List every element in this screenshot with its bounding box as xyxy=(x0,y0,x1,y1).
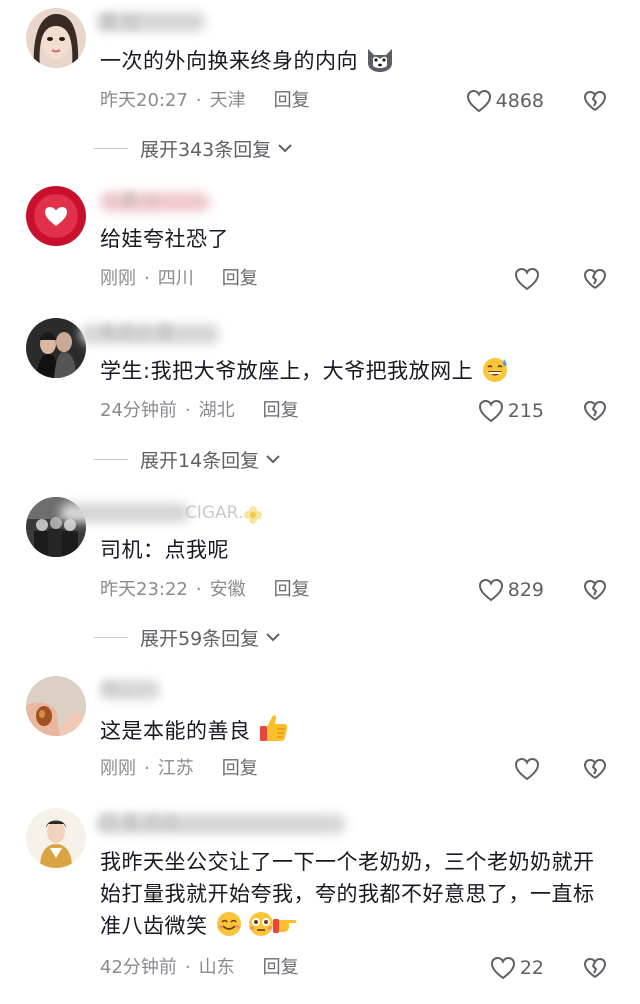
expand-replies-button[interactable]: 展开14条回复 xyxy=(94,444,281,474)
comment-text-body: 给娃夸社恐了 xyxy=(100,227,229,251)
reply-button[interactable]: 回复 xyxy=(222,758,258,779)
comment-location: 山东 xyxy=(198,957,235,978)
username[interactable]: 麓 拉 xyxy=(100,10,139,36)
like-button[interactable]: 4868 xyxy=(466,86,544,116)
chevron-down-icon xyxy=(266,633,280,642)
smile-flushed-point-emoji xyxy=(215,910,307,947)
reply-button[interactable]: 回复 xyxy=(263,400,299,421)
like-button[interactable] xyxy=(514,264,544,294)
flower-emoji xyxy=(243,505,263,529)
avatar[interactable] xyxy=(26,808,86,868)
comment-meta: 昨天20:27 · 天津 回复 xyxy=(100,90,310,111)
broken-heart-icon[interactable] xyxy=(583,956,607,980)
heart-icon xyxy=(490,956,515,980)
like-count: 829 xyxy=(507,579,544,601)
comment-time: 昨天20:27 xyxy=(100,90,188,111)
husky-emoji xyxy=(365,45,395,82)
like-count: 215 xyxy=(507,400,544,422)
comment-text: 这是本能的善良 xyxy=(100,713,620,752)
divider-line xyxy=(94,458,128,460)
sweat-grin-emoji xyxy=(480,355,510,392)
expand-replies-label: 展开59条回复 xyxy=(140,627,260,650)
comment-location: 四川 xyxy=(157,268,194,289)
expand-replies-button[interactable]: 展开59条回复 xyxy=(94,622,281,652)
like-button[interactable]: 215 xyxy=(478,396,544,426)
broken-heart-icon[interactable] xyxy=(583,757,607,781)
expand-replies-label: 展开14条回复 xyxy=(140,449,260,472)
avatar[interactable] xyxy=(26,318,86,378)
username[interactable]: 田 看 的见 xyxy=(100,810,179,836)
comment-text: 学生:我把大爷放座上，大爷把我放网上 xyxy=(100,355,620,392)
like-button[interactable] xyxy=(514,754,544,784)
reply-button[interactable]: 回复 xyxy=(222,268,258,289)
comment-time: 刚刚 xyxy=(100,268,136,289)
broken-heart-icon[interactable] xyxy=(583,578,607,602)
avatar[interactable] xyxy=(26,186,86,246)
username-blur xyxy=(60,503,190,523)
comment-meta: 昨天23:22 · 安徽 回复 xyxy=(100,579,310,600)
heart-icon xyxy=(478,399,503,423)
thumbs-up-emoji xyxy=(258,713,290,752)
heart-icon xyxy=(514,757,540,781)
comment-location: 江苏 xyxy=(157,758,194,779)
username[interactable]: 有点小 喜 xyxy=(100,320,173,346)
like-button[interactable]: 22 xyxy=(490,953,544,983)
comment-time: 42分钟前 xyxy=(100,957,177,978)
comment-time: 24分钟前 xyxy=(100,400,177,421)
comment-time: 刚刚 xyxy=(100,758,136,779)
reply-button[interactable]: 回复 xyxy=(274,90,310,111)
expand-replies-button[interactable]: 展开343条回复 xyxy=(94,133,293,163)
comment-text-body: 一次的外向换来终身的内向 xyxy=(100,49,358,73)
like-count: 4868 xyxy=(495,90,544,112)
divider-line xyxy=(94,636,128,638)
chevron-down-icon xyxy=(266,455,280,464)
comment-text: 给娃夸社恐了 xyxy=(100,223,620,255)
avatar[interactable] xyxy=(26,676,86,736)
username[interactable]: 兴 . xyxy=(100,676,128,702)
comment-meta: 24分钟前 · 湖北 回复 xyxy=(100,400,299,421)
comment-location: 湖北 xyxy=(198,400,235,421)
expand-replies-label: 展开343条回复 xyxy=(140,138,272,161)
reply-button[interactable]: 回复 xyxy=(274,579,310,600)
heart-icon xyxy=(466,89,491,113)
like-count: 22 xyxy=(519,957,544,979)
comment-time: 昨天23:22 xyxy=(100,579,188,600)
comment-text: 一次的外向换来终身的内向 xyxy=(100,45,620,82)
comment-text: 司机：点我呢 xyxy=(100,534,620,566)
comment-text-body: 学生:我把大爷放座上，大爷把我放网上 xyxy=(100,359,474,383)
username[interactable]: ♡ 旁 ⊃ xyxy=(100,188,157,214)
comment-meta: 刚刚 · 江苏 回复 xyxy=(100,758,258,779)
broken-heart-icon[interactable] xyxy=(583,267,607,291)
avatar[interactable] xyxy=(26,8,86,68)
comment-text-body: 我昨天坐公交让了一下一个老奶奶，三个老奶奶就开始打量我就开始夸我，夸的我都不好意… xyxy=(100,850,595,938)
comment-text-body: 司机：点我呢 xyxy=(100,538,229,562)
broken-heart-icon[interactable] xyxy=(583,89,607,113)
chevron-down-icon xyxy=(278,144,292,153)
like-button[interactable]: 829 xyxy=(478,575,544,605)
reply-button[interactable]: 回复 xyxy=(263,957,299,978)
comment-location: 安徽 xyxy=(209,579,246,600)
divider-line xyxy=(94,147,128,149)
heart-icon xyxy=(478,578,503,602)
comment-meta: 42分钟前 · 山东 回复 xyxy=(100,957,299,978)
comment-text: 我昨天坐公交让了一下一个老奶奶，三个老奶奶就开始打量我就开始夸我，夸的我都不好意… xyxy=(100,846,612,947)
comment-location: 天津 xyxy=(209,90,246,111)
heart-icon xyxy=(514,267,540,291)
username[interactable]: CIGAR. xyxy=(185,500,243,526)
comment-meta: 刚刚 · 四川 回复 xyxy=(100,268,258,289)
broken-heart-icon[interactable] xyxy=(583,399,607,423)
comment-text-body: 这是本能的善良 xyxy=(100,719,251,743)
